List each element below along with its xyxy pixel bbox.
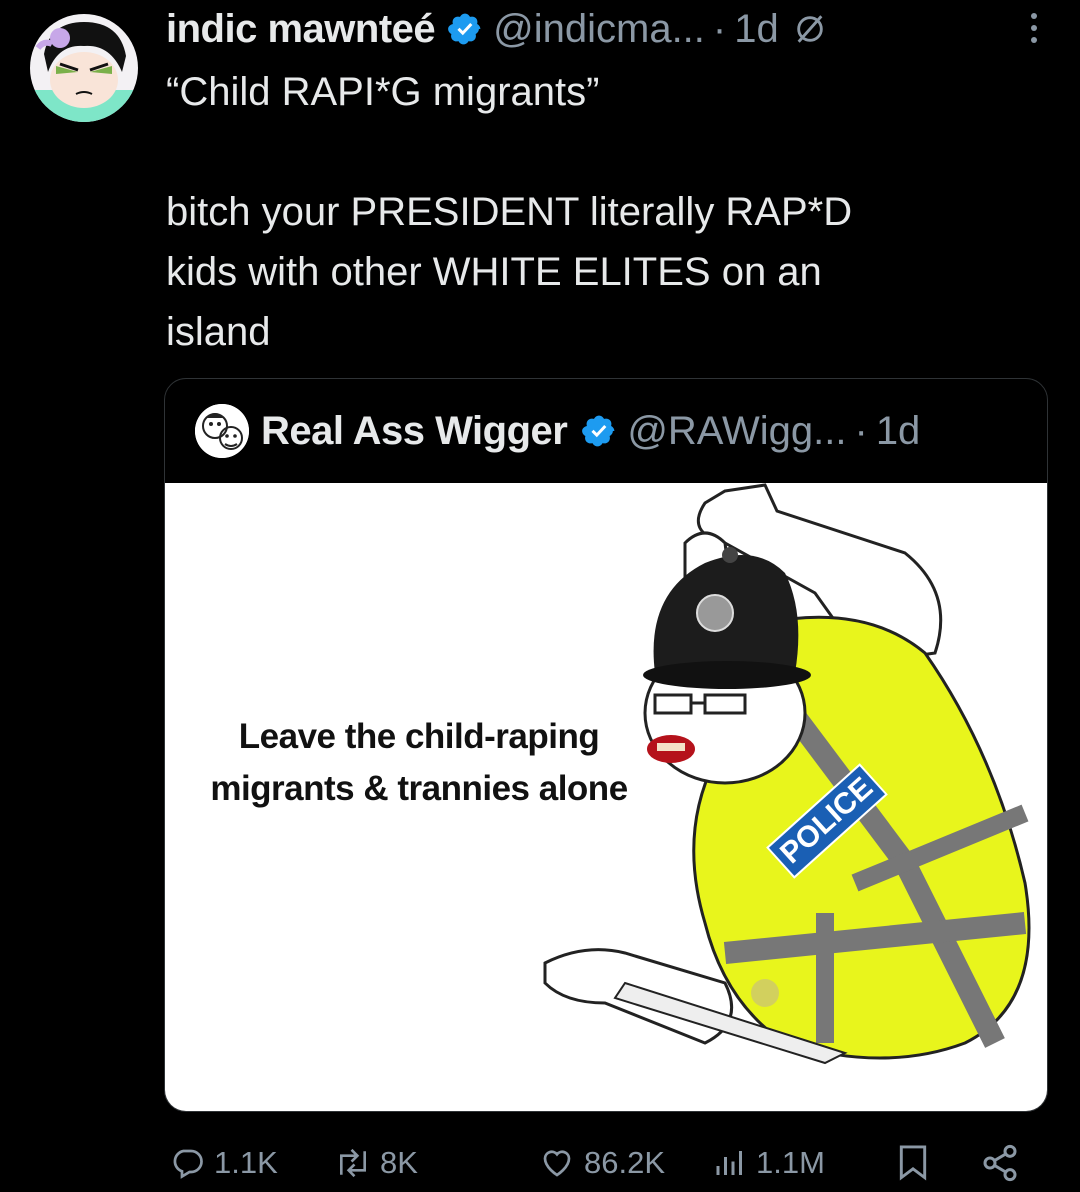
- repost-count: 8K: [380, 1145, 418, 1180]
- repost-icon: [339, 1148, 367, 1178]
- quoted-image[interactable]: Leave the child-raping migrants & tranni…: [165, 483, 1047, 1111]
- share-button[interactable]: [980, 1134, 1020, 1192]
- action-bar: 1.1K 8K 86.2K 1.1M: [164, 1134, 1034, 1192]
- more-icon[interactable]: [1022, 8, 1046, 48]
- author-name[interactable]: indic mawnteé: [166, 7, 436, 52]
- bookmark-button[interactable]: [896, 1134, 930, 1192]
- tweet-text: “Child RAPI*G migrants” bitch your PRESI…: [166, 62, 986, 362]
- tweet-header: indic mawnteé @indicma... · 1d: [166, 4, 1040, 54]
- quoted-author-name[interactable]: Real Ass Wigger: [261, 409, 568, 454]
- like-button[interactable]: 86.2K: [538, 1134, 665, 1192]
- reply-button[interactable]: 1.1K: [170, 1134, 278, 1192]
- tweet-line-break: [166, 122, 986, 182]
- quoted-tweet-header: Real Ass Wigger @RAWigg... · 1d: [165, 379, 1047, 483]
- tweet-line: island: [166, 310, 271, 354]
- quoted-timestamp[interactable]: 1d: [876, 409, 921, 454]
- separator-dot: ·: [854, 408, 868, 453]
- author-handle[interactable]: @indicma...: [493, 7, 705, 52]
- meme-caption-line: Leave the child-raping: [238, 717, 600, 756]
- views-count: 1.1M: [756, 1145, 825, 1180]
- meme-caption-line: migrants & trannies alone: [210, 769, 628, 808]
- meme-caption: Leave the child-raping migrants & tranni…: [185, 711, 653, 815]
- author-avatar[interactable]: [30, 14, 138, 122]
- verified-badge-icon: [448, 13, 481, 45]
- tweet-line: “Child RAPI*G migrants”: [166, 70, 600, 114]
- quoted-author-handle[interactable]: @RAWigg...: [627, 409, 846, 454]
- bookmark-icon: [899, 1145, 927, 1181]
- repost-button[interactable]: 8K: [334, 1134, 418, 1192]
- grok-icon[interactable]: [793, 12, 827, 46]
- reply-icon: [173, 1149, 203, 1179]
- views-button[interactable]: 1.1M: [712, 1134, 825, 1192]
- quoted-tweet[interactable]: Real Ass Wigger @RAWigg... · 1d Leave th…: [164, 378, 1048, 1112]
- verified-badge-icon: [582, 415, 615, 447]
- separator-dot: ·: [712, 6, 727, 51]
- tweet-line: kids with other WHITE ELITES on an: [166, 250, 822, 294]
- like-count: 86.2K: [584, 1145, 666, 1180]
- quoted-author-avatar[interactable]: [195, 404, 249, 458]
- share-icon: [983, 1144, 1017, 1182]
- views-icon: [716, 1151, 742, 1175]
- timestamp[interactable]: 1d: [734, 7, 779, 52]
- reply-count: 1.1K: [214, 1145, 278, 1180]
- like-icon: [543, 1150, 571, 1177]
- tweet-line: bitch your PRESIDENT literally RAP*D: [166, 190, 853, 234]
